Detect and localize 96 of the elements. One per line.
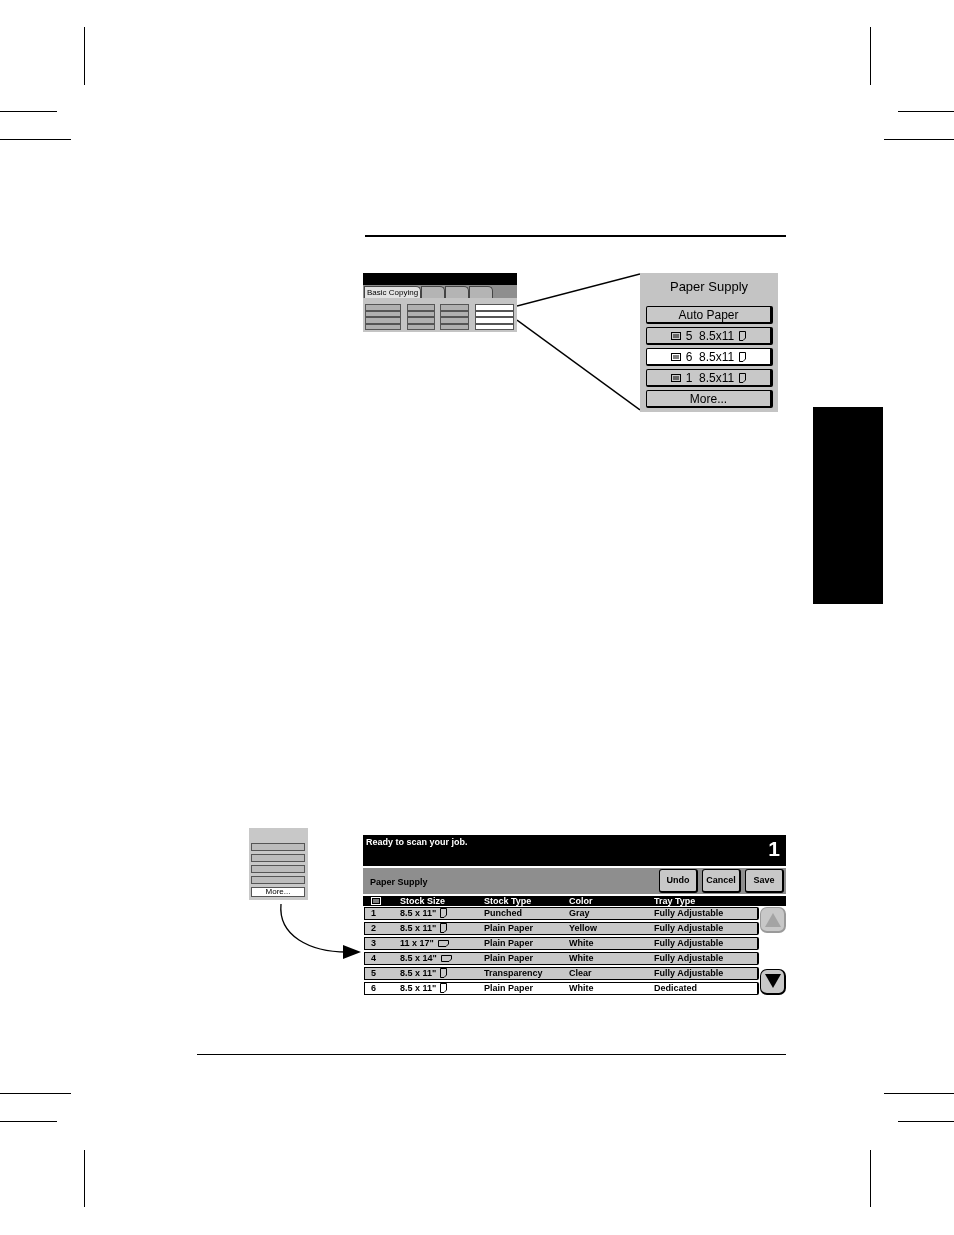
crop-mark bbox=[898, 1121, 954, 1122]
table-cell-text: Clear bbox=[569, 968, 593, 978]
table-cell: 8.5 x 14" bbox=[400, 953, 437, 963]
action-button[interactable]: Undo bbox=[659, 869, 698, 893]
thumbnail-button[interactable] bbox=[440, 304, 469, 311]
thumbnail-button[interactable] bbox=[475, 323, 514, 330]
table-cell-text: Transparency bbox=[484, 968, 544, 978]
thumbnail-button[interactable] bbox=[365, 317, 401, 324]
tray-icon bbox=[670, 352, 681, 361]
crop-mark bbox=[0, 139, 71, 140]
thumbnail-button[interactable] bbox=[407, 310, 435, 317]
table-cell-text: Yellow bbox=[569, 923, 598, 933]
table-cell-text: Plain Paper bbox=[484, 938, 535, 948]
up-arrow-icon bbox=[764, 912, 781, 927]
table-cell: 11 x 17" bbox=[400, 938, 434, 948]
table-cell-text: Plain Paper bbox=[484, 953, 535, 963]
down-arrow-icon bbox=[764, 974, 781, 988]
table-cell-text: Gray bbox=[569, 908, 591, 918]
table-cell-text: Dedicated bbox=[654, 983, 698, 993]
table-cell-text: Plain Paper bbox=[484, 923, 535, 933]
option-button[interactable]: Auto Paper bbox=[646, 306, 773, 324]
crop-mark bbox=[870, 27, 871, 85]
table-cell-text: White bbox=[569, 938, 595, 948]
thumbnail-button[interactable] bbox=[365, 310, 401, 317]
tray-button[interactable]: 1 8.5x11 bbox=[646, 369, 773, 387]
crop-mark bbox=[84, 27, 85, 85]
status-message: Ready to scan your job. bbox=[365, 836, 468, 847]
action-button[interactable]: Save bbox=[745, 869, 784, 893]
crop-mark bbox=[884, 1093, 954, 1094]
option-button[interactable]: More... bbox=[646, 390, 773, 408]
thumbnail-button[interactable] bbox=[251, 876, 305, 884]
thumbnail-button[interactable] bbox=[475, 310, 514, 317]
tray-icon bbox=[670, 373, 681, 382]
table-cell-text: White bbox=[569, 953, 595, 963]
thumbnail-button[interactable] bbox=[440, 310, 469, 317]
crop-mark bbox=[0, 1093, 71, 1094]
crop-mark bbox=[0, 1121, 57, 1122]
crop-mark bbox=[0, 111, 57, 112]
table-cell-text: White bbox=[569, 983, 595, 993]
thumbnail-button[interactable] bbox=[251, 854, 305, 862]
tab[interactable] bbox=[469, 286, 494, 298]
tray-button[interactable]: 5 8.5x11 bbox=[646, 327, 773, 345]
table-cell: 8.5 x 11" bbox=[400, 983, 437, 993]
table-cell-text: Fully Adjustable bbox=[654, 923, 725, 933]
thumbnail-button[interactable] bbox=[365, 323, 401, 330]
tab[interactable]: Basic Copying bbox=[364, 286, 422, 298]
thumbnail-button[interactable] bbox=[407, 304, 435, 311]
table-cell-text: 3 bbox=[371, 938, 377, 948]
thumbnail-button[interactable] bbox=[440, 323, 469, 330]
thumbnail-button[interactable] bbox=[475, 317, 514, 324]
thumbnail-button[interactable] bbox=[475, 304, 514, 311]
crop-mark bbox=[84, 1150, 85, 1207]
thumbnail-button[interactable] bbox=[251, 865, 305, 873]
table-row[interactable]: 5 8.5 x 11" Transparency Clear Fully Adjustable bbox=[364, 967, 759, 980]
table-row[interactable]: 3 11 x 17" Plain Paper White Fully Adjustable bbox=[364, 937, 759, 950]
column-header: Stock Type bbox=[484, 896, 533, 906]
table-row[interactable]: 4 8.5 x 14" Plain Paper White Fully Adjustable bbox=[364, 952, 759, 965]
column-header: Stock Size bbox=[400, 896, 447, 906]
table-row[interactable]: 6 8.5 x 11" Plain Paper White Dedicated bbox=[364, 982, 759, 995]
column-header: Color bbox=[569, 896, 594, 906]
scroll-down-button[interactable] bbox=[760, 968, 786, 995]
tray-icon bbox=[371, 897, 381, 905]
table-cell-text: 2 bbox=[371, 923, 377, 933]
table-cell: 8.5 x 11" bbox=[400, 968, 437, 978]
table-cell-text: Fully Adjustable bbox=[654, 938, 725, 948]
table-cell-text: 4 bbox=[371, 953, 377, 963]
copy-count: 1 bbox=[768, 836, 781, 859]
thumbnail-button[interactable] bbox=[440, 317, 469, 324]
thumbnail-button[interactable] bbox=[251, 843, 305, 851]
thumbnail-button[interactable]: More... bbox=[251, 887, 305, 897]
table-cell-text: 6 bbox=[371, 983, 377, 993]
tray-icon bbox=[670, 331, 681, 340]
crop-mark bbox=[870, 1150, 871, 1207]
panel-title: Paper Supply bbox=[669, 279, 749, 295]
table-cell-text: Fully Adjustable bbox=[654, 908, 725, 918]
tray-button[interactable]: 6 8.5x11 bbox=[646, 348, 773, 366]
screen-title: Paper Supply bbox=[369, 875, 429, 887]
crop-mark bbox=[884, 139, 954, 140]
table-row[interactable]: 1 8.5 x 11" Punched Gray Fully Adjustable bbox=[364, 907, 759, 920]
table-cell-text: Fully Adjustable bbox=[654, 953, 725, 963]
table-cell-text: Punched bbox=[484, 908, 523, 918]
table-cell-text: 5 bbox=[371, 968, 377, 978]
thumbnail-button[interactable] bbox=[407, 317, 435, 324]
table-cell-text: 1 bbox=[371, 908, 377, 918]
thumbnail-button[interactable] bbox=[365, 304, 401, 311]
table-cell-text: Plain Paper bbox=[484, 983, 535, 993]
table-cell: 8.5 x 11" bbox=[400, 908, 437, 918]
action-button[interactable]: Cancel bbox=[702, 869, 741, 893]
crop-mark bbox=[898, 111, 954, 112]
table-row[interactable]: 2 8.5 x 11" Plain Paper Yellow Fully Adjustable bbox=[364, 922, 759, 935]
tab[interactable] bbox=[445, 286, 470, 298]
table-cell: 8.5 x 11" bbox=[400, 923, 437, 933]
table-cell-text: Fully Adjustable bbox=[654, 968, 725, 978]
tab[interactable] bbox=[421, 286, 446, 298]
thumbnail-button[interactable] bbox=[407, 323, 435, 330]
column-header: Tray Type bbox=[654, 896, 697, 906]
